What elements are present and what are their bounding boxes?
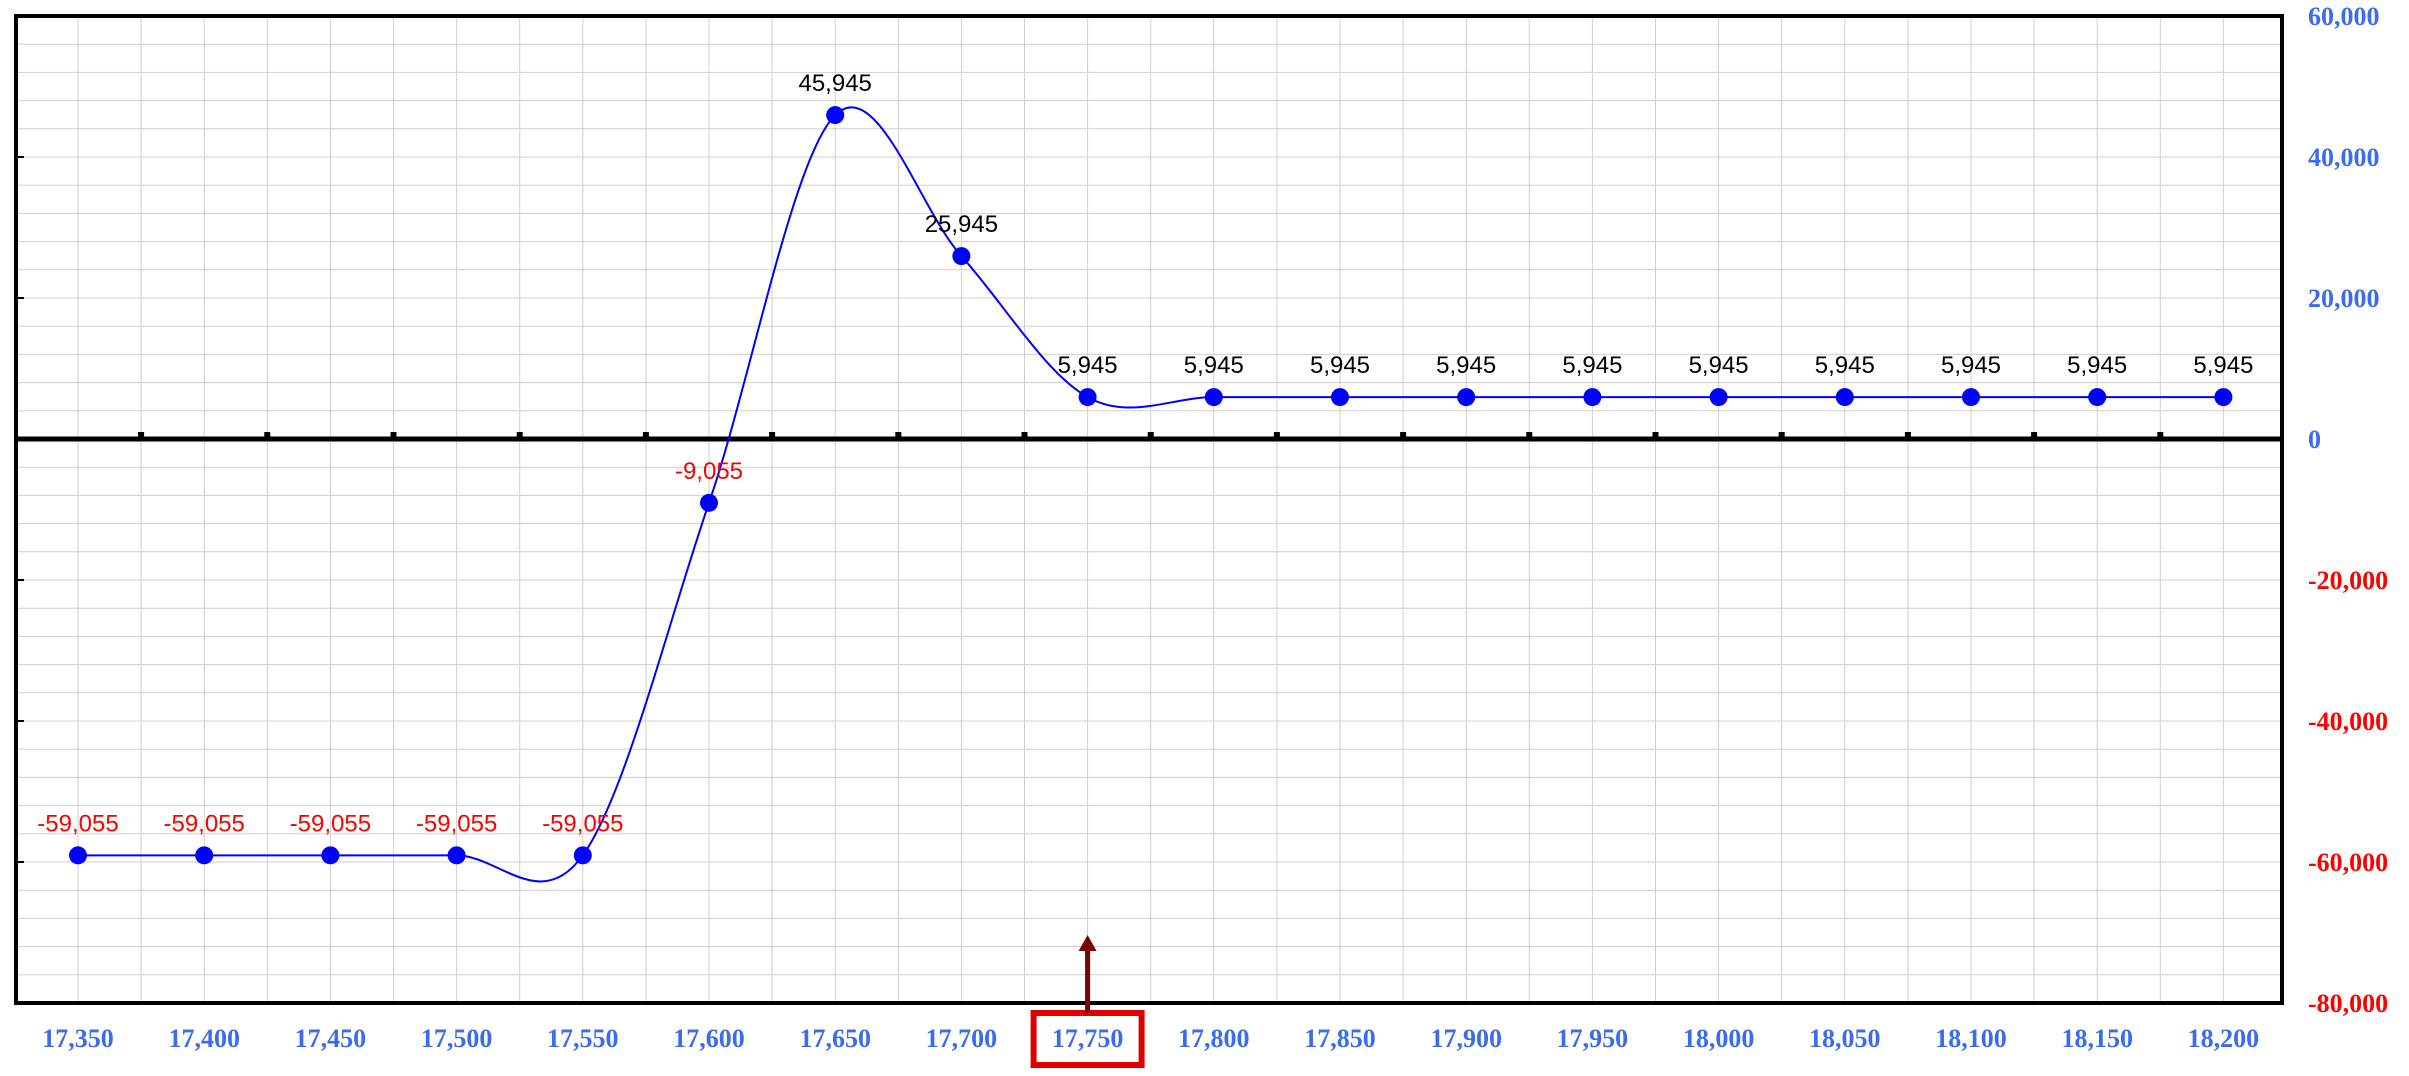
data-point bbox=[700, 493, 718, 512]
y-axis-ticks: -80,000 -60,000 -40,000 -20,000 0 20,000 40,00… bbox=[2308, 2, 2388, 1018]
data-point bbox=[321, 846, 340, 865]
x-tick-label: 17,450 bbox=[295, 1024, 367, 1053]
x-tick-label: 17,500 bbox=[421, 1024, 493, 1053]
zero-line-tick bbox=[769, 432, 776, 439]
x-tick-label: 17,400 bbox=[168, 1024, 240, 1053]
zero-line-tick bbox=[1400, 432, 1407, 439]
data-label: 5,945 bbox=[1310, 352, 1370, 379]
x-tick-label: 17,750 bbox=[1052, 1024, 1124, 1053]
data-label: -59,055 bbox=[542, 810, 623, 837]
data-point bbox=[1204, 388, 1223, 407]
zero-line-tick bbox=[2157, 432, 2164, 439]
y-tick-label: 20,000 bbox=[2308, 284, 2380, 313]
zero-line-tick bbox=[895, 432, 902, 439]
y-tick-label: -60,000 bbox=[2308, 848, 2388, 877]
x-axis-ticks: 17,350 17,400 17,450 17,500 17,550 17,600 17,6… bbox=[42, 1024, 2259, 1053]
payoff-chart: -59,055 -59,055 -59,055 -59,055 -59,055 -9,05… bbox=[14, 2, 2388, 1068]
zero-line-tick bbox=[642, 432, 649, 439]
x-tick-label: 17,900 bbox=[1430, 1024, 1502, 1053]
zero-line-tick bbox=[390, 432, 397, 439]
zero-line-tick bbox=[1021, 432, 1028, 439]
data-label: -59,055 bbox=[163, 810, 244, 837]
data-label: -59,055 bbox=[290, 810, 371, 837]
x-tick-label: 18,150 bbox=[2061, 1024, 2133, 1053]
data-point bbox=[1709, 388, 1728, 407]
x-tick-label: 17,600 bbox=[673, 1024, 745, 1053]
data-label: 5,945 bbox=[1941, 352, 2001, 379]
data-label: 5,945 bbox=[2067, 352, 2127, 379]
data-label: 5,945 bbox=[2193, 352, 2253, 379]
y-tick-label: 0 bbox=[2308, 425, 2321, 454]
data-label: 25,945 bbox=[925, 211, 998, 238]
chart-container: -59,055 -59,055 -59,055 -59,055 -59,055 -9,05… bbox=[0, 0, 2409, 1071]
zero-line-tick bbox=[1273, 432, 1280, 439]
data-point bbox=[1457, 388, 1476, 407]
data-label: 5,945 bbox=[1436, 352, 1496, 379]
zero-line-tick bbox=[2031, 432, 2038, 439]
data-point bbox=[69, 846, 87, 865]
x-tick-label: 17,800 bbox=[1178, 1024, 1250, 1053]
x-tick-label: 17,350 bbox=[42, 1024, 114, 1053]
zero-axis bbox=[16, 432, 2282, 442]
y-tick-label: 60,000 bbox=[2308, 2, 2380, 31]
data-point bbox=[195, 846, 214, 865]
data-point bbox=[447, 846, 466, 865]
x-tick-label: 17,850 bbox=[1304, 1024, 1376, 1053]
zero-line-tick bbox=[138, 432, 145, 439]
y-tick-label: -20,000 bbox=[2308, 566, 2388, 595]
data-label: 5,945 bbox=[1562, 352, 1622, 379]
x-tick-label: 18,050 bbox=[1809, 1024, 1881, 1053]
zero-line-tick bbox=[1904, 432, 1911, 439]
x-tick-label: 17,550 bbox=[547, 1024, 619, 1053]
data-label: 5,945 bbox=[1184, 352, 1244, 379]
data-label: 5,945 bbox=[1058, 352, 1118, 379]
x-tick-label: 17,950 bbox=[1557, 1024, 1629, 1053]
y-tick-label: -80,000 bbox=[2308, 989, 2388, 1018]
data-label: -59,055 bbox=[37, 810, 118, 837]
data-point bbox=[1835, 388, 1854, 407]
x-tick-label: 17,650 bbox=[799, 1024, 871, 1053]
zero-line-tick bbox=[1652, 432, 1659, 439]
zero-line-tick bbox=[1147, 432, 1154, 439]
data-point bbox=[1078, 388, 1097, 407]
data-point bbox=[1583, 388, 1602, 407]
data-point bbox=[2214, 388, 2233, 407]
data-point bbox=[573, 846, 592, 865]
data-label: -59,055 bbox=[416, 810, 497, 837]
data-point bbox=[826, 106, 845, 125]
data-point bbox=[2088, 388, 2107, 407]
data-label: -9,055 bbox=[675, 458, 743, 485]
zero-line-tick bbox=[1778, 432, 1785, 439]
x-tick-label: 18,000 bbox=[1683, 1024, 1755, 1053]
data-point bbox=[1962, 388, 1980, 407]
x-tick-label: 18,200 bbox=[2188, 1024, 2260, 1053]
data-label: 45,945 bbox=[798, 70, 871, 97]
arrow-head-icon bbox=[1078, 935, 1097, 951]
data-point bbox=[1331, 388, 1349, 407]
data-label: 5,945 bbox=[1815, 352, 1875, 379]
x-tick-label: 17,700 bbox=[926, 1024, 998, 1053]
zero-line-tick bbox=[264, 432, 271, 439]
y-tick-label: 40,000 bbox=[2308, 143, 2380, 172]
zero-line-tick bbox=[516, 432, 523, 439]
y-tick-label: -40,000 bbox=[2308, 707, 2388, 736]
x-tick-label: 18,100 bbox=[1935, 1024, 2007, 1053]
data-point bbox=[952, 247, 971, 266]
zero-line-tick bbox=[1526, 432, 1533, 439]
data-label: 5,945 bbox=[1689, 352, 1749, 379]
